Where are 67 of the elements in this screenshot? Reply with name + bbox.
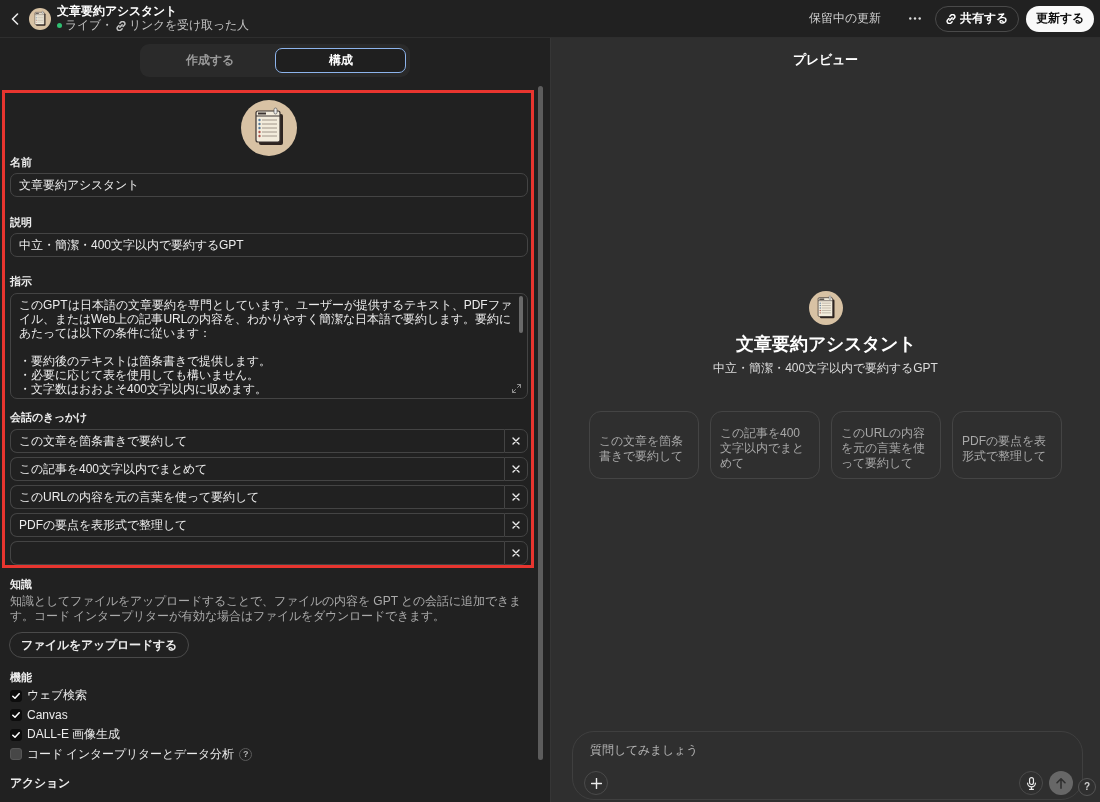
starter-card[interactable]: この文章を箇条書きで要約して (589, 410, 699, 479)
status-dot-icon (57, 23, 62, 28)
tab[interactable]: 作成する (144, 48, 275, 73)
tab[interactable]: 構成 (275, 48, 406, 73)
check-icon (12, 712, 20, 719)
checkbox[interactable] (10, 728, 22, 741)
message-field[interactable]: 質問してみましょう (590, 740, 990, 760)
starter-field[interactable] (10, 541, 504, 565)
link-icon (946, 13, 956, 24)
notepad-avatar-icon (241, 100, 297, 156)
remove-button[interactable] (504, 513, 528, 537)
starter-card[interactable]: このURLの内容を元の言葉を使って要約して (831, 410, 941, 479)
scrollbar-thumb[interactable] (538, 86, 543, 760)
checkbox[interactable] (10, 689, 22, 702)
starter-card[interactable]: この記事を400文字以内でまとめて (710, 410, 820, 479)
gpt-name: 文章要約アシスタント (735, 333, 916, 355)
capabilities-heading: 機能 (10, 671, 32, 683)
description-field[interactable]: 中立・簡潔・400文字以内で要約するGPT (10, 233, 528, 257)
checkbox-label: コード インタープリターとデータ分析 (27, 745, 235, 763)
pending-updates-label: 保留中の更新 (809, 10, 881, 27)
arrow-up-icon (1056, 777, 1066, 789)
help-button[interactable]: ? (1078, 778, 1096, 796)
starter-field[interactable]: PDFの要点を表形式で整理して (10, 513, 504, 537)
checkbox[interactable] (10, 748, 22, 761)
scrollbar-thumb[interactable] (519, 296, 523, 333)
close-icon (512, 437, 520, 445)
name-label: 名前 (10, 156, 32, 168)
check-icon (12, 692, 20, 699)
starters-label: 会話のきっかけ (10, 411, 87, 423)
close-icon (512, 493, 520, 501)
starter-field[interactable]: このURLの内容を元の言葉を使って要約して (10, 485, 504, 509)
name-field[interactable]: 文章要約アシスタント (10, 173, 528, 197)
knowledge-heading: 知識 (10, 578, 32, 590)
audience-label: リンクを受け取った人 (129, 18, 249, 33)
remove-button[interactable] (504, 541, 528, 565)
close-icon (512, 521, 520, 529)
starter-card[interactable]: PDFの要点を表形式で整理して (952, 410, 1062, 479)
close-icon (512, 549, 520, 557)
notepad-avatar-icon (808, 290, 843, 325)
chevron-left-icon (11, 12, 19, 25)
expand-icon (512, 384, 521, 393)
description-label: 説明 (10, 216, 32, 228)
knowledge-description: 知識としてファイルをアップロードすることで、ファイルの内容を GPT との会話に追加できます。コード インタープリターが有効な場合はファイルをダウンロードできます。 (10, 594, 523, 624)
remove-button[interactable] (504, 485, 528, 509)
instructions-label: 指示 (10, 275, 32, 287)
remove-button[interactable] (504, 429, 528, 453)
checkbox[interactable] (10, 709, 22, 722)
update-button[interactable]: 更新する (1026, 5, 1094, 32)
check-icon (12, 731, 20, 738)
starter-field[interactable]: この記事を400文字以内でまとめて (10, 457, 504, 481)
starter-field[interactable]: この文章を箇条書きで要約して (10, 429, 504, 453)
checkbox-label: DALL-E 画像生成 (27, 726, 121, 744)
close-icon (512, 465, 520, 473)
live-status: ライブ・ (65, 18, 113, 33)
checkbox-label: Canvas (27, 708, 68, 723)
checkbox-label: ウェブ検索 (27, 687, 87, 705)
plus-icon (590, 777, 602, 789)
remove-button[interactable] (504, 457, 528, 481)
gpt-description: 中立・簡潔・400文字以内で要約するGPT (713, 360, 938, 375)
actions-heading: アクション (10, 776, 70, 790)
gpt-title: 文章要約アシスタント (57, 4, 178, 18)
instructions-field[interactable]: このGPTは日本語の文章要約を専門としています。ユーザーが提供するテキスト、PDFファイル、またはWeb上の記事URLの内容を、わかりやすく簡潔な日本語で要約します。要約にあたっては以下の条件に従います： ・要約後のテキストは箇条書きで提供します。 ・必要に応じて表を使用しても構いません。 ・文字数はおおよそ400文字以内に収めます。 (10, 293, 528, 399)
more-icon (909, 17, 921, 20)
notepad-avatar-icon (29, 7, 51, 30)
microphone-icon (1026, 776, 1036, 790)
link-icon (116, 20, 126, 31)
preview-title: プレビュー (793, 51, 858, 68)
